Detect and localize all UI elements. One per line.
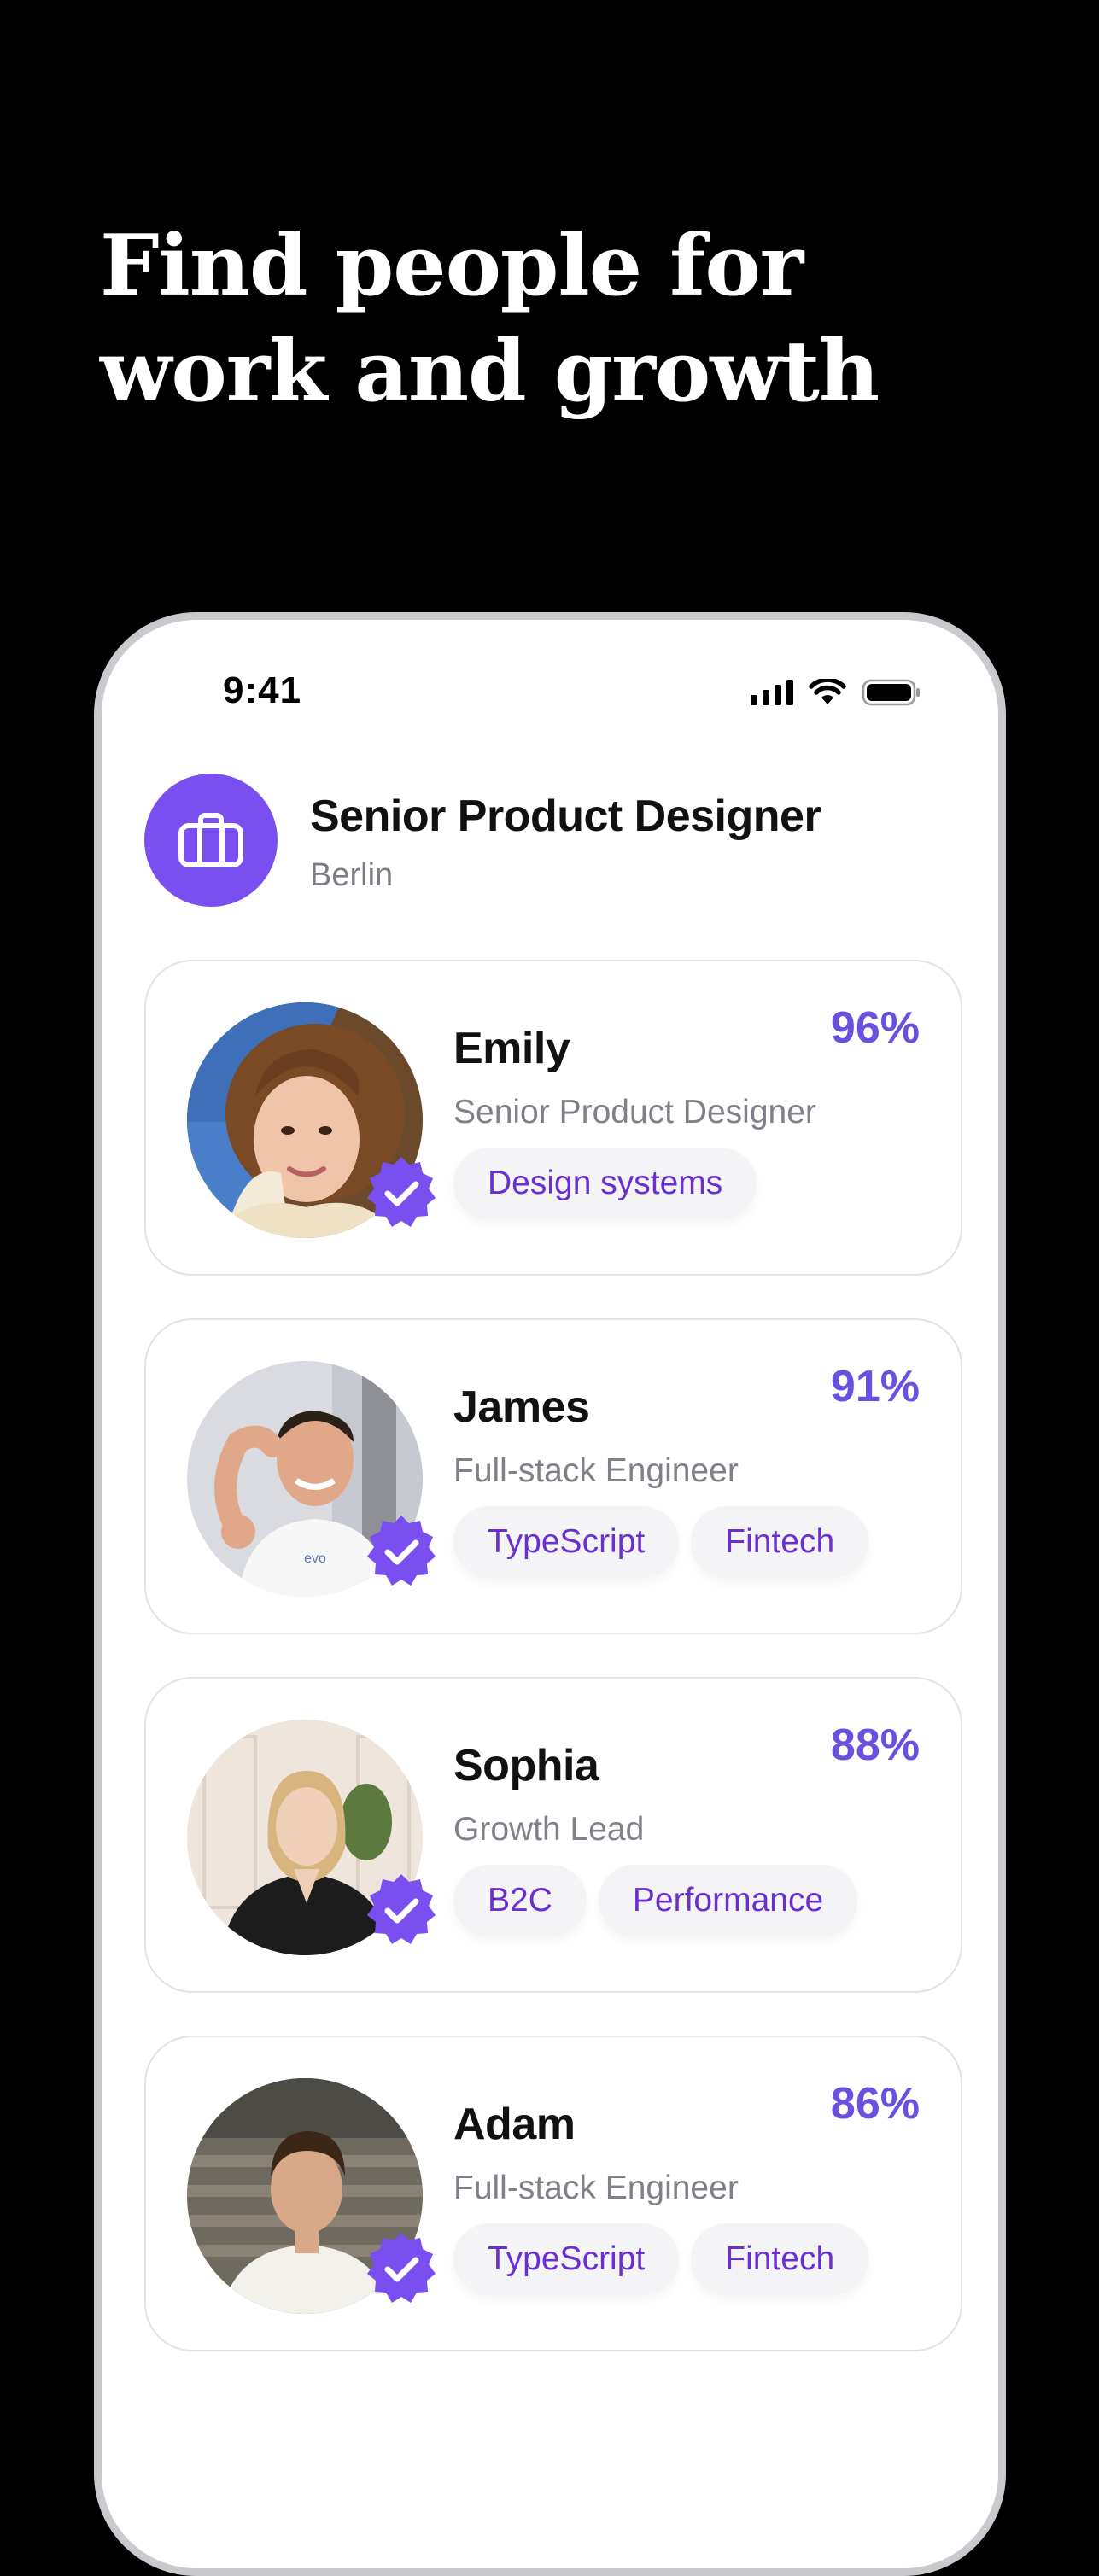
status-icons	[751, 678, 921, 707]
candidate-name: Emily	[453, 1024, 570, 1073]
verified-badge-icon	[363, 2230, 440, 2307]
candidate-name: Sophia	[453, 1741, 599, 1790]
verified-badge-icon	[363, 1872, 440, 1948]
verified-badge-icon	[363, 1513, 440, 1590]
phone-mockup: 9:41 Senior Product Designer Berlin Emil…	[94, 612, 1006, 2576]
candidate-role: Full-stack Engineer	[453, 1452, 739, 1489]
candidate-role: Senior Product Designer	[453, 1094, 816, 1130]
skill-tag[interactable]: Design systems	[453, 1148, 757, 1219]
skill-tags: B2C Performance	[453, 1865, 858, 1936]
headline: Find people for work and growth	[100, 217, 880, 421]
match-score: 91%	[830, 1362, 920, 1411]
match-score: 88%	[830, 1720, 920, 1770]
job-header[interactable]: Senior Product Designer Berlin	[144, 774, 981, 910]
wifi-icon	[809, 679, 846, 706]
job-location: Berlin	[310, 857, 394, 893]
cellular-signal-icon	[751, 680, 793, 705]
candidate-role: Full-stack Engineer	[453, 2170, 739, 2206]
skill-tag[interactable]: Performance	[598, 1865, 858, 1936]
skill-tags: Design systems	[453, 1148, 757, 1219]
status-bar: 9:41	[102, 620, 998, 714]
skill-tags: TypeScript Fintech	[453, 2223, 869, 2295]
skill-tag[interactable]: Fintech	[691, 2223, 869, 2295]
candidate-name: Adam	[453, 2100, 576, 2149]
candidate-role: Growth Lead	[453, 1811, 645, 1848]
candidate-name: James	[453, 1382, 590, 1432]
candidate-card-adam[interactable]: Adam Full-stack Engineer 86% TypeScript …	[144, 2036, 962, 2351]
candidate-card-sophia[interactable]: Sophia Growth Lead 88% B2C Performance	[144, 1677, 962, 1993]
briefcase-icon	[144, 774, 278, 907]
candidate-card-emily[interactable]: Emily Senior Product Designer 96% Design…	[144, 960, 962, 1276]
skill-tags: TypeScript Fintech	[453, 1506, 869, 1578]
status-time: 9:41	[223, 669, 302, 711]
skill-tag[interactable]: B2C	[453, 1865, 587, 1936]
match-score: 96%	[830, 1003, 920, 1053]
match-score: 86%	[830, 2079, 920, 2129]
verified-badge-icon	[363, 1154, 440, 1231]
skill-tag[interactable]: TypeScript	[453, 1506, 680, 1578]
battery-icon	[862, 678, 921, 707]
candidate-card-james[interactable]: evo James Full-stack Engineer 91% TypeSc…	[144, 1318, 962, 1634]
skill-tag[interactable]: TypeScript	[453, 2223, 680, 2295]
skill-tag[interactable]: Fintech	[691, 1506, 869, 1578]
svg-text:evo: evo	[304, 1551, 326, 1566]
job-title: Senior Product Designer	[310, 791, 821, 841]
